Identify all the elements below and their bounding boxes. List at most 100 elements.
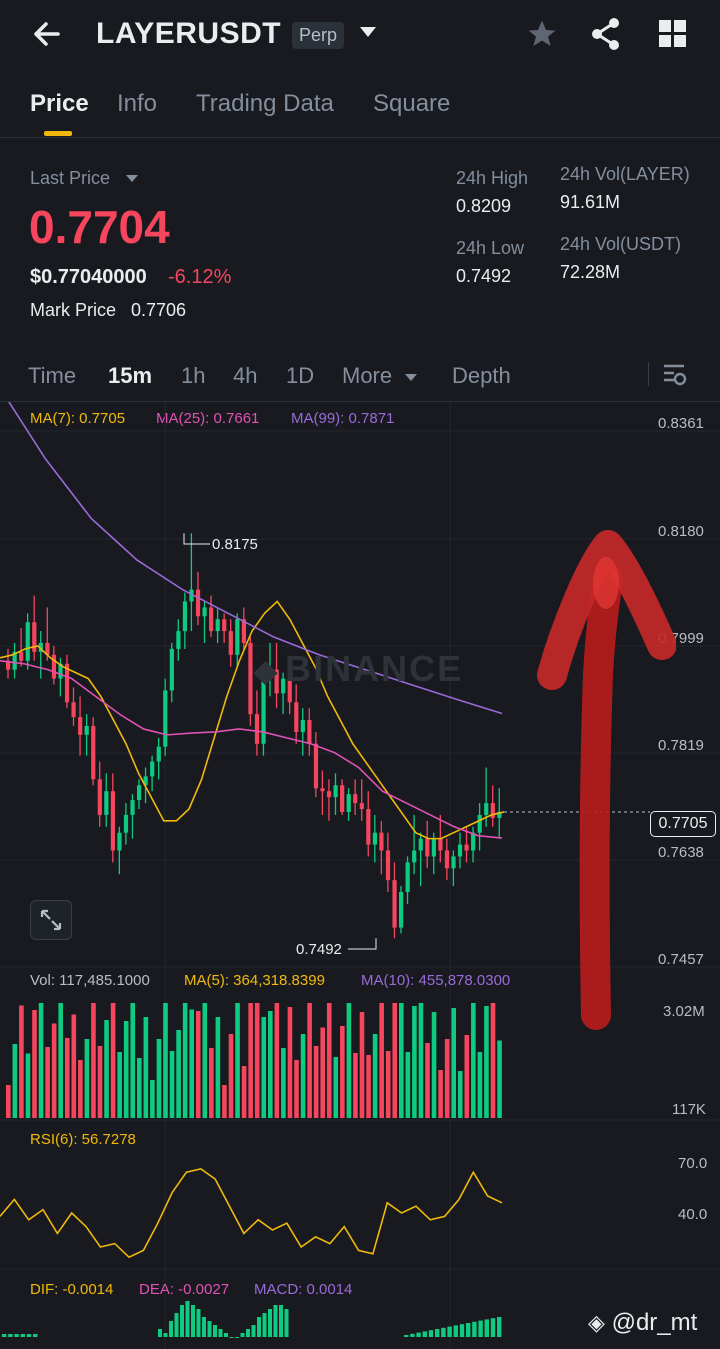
high-label: 24h High — [456, 168, 529, 188]
volume-bar — [91, 1003, 96, 1118]
candle-body — [123, 814, 129, 833]
candle-body — [176, 631, 181, 649]
share-button[interactable] — [590, 17, 622, 56]
candle-body — [215, 619, 220, 632]
low-label: 24h Low — [456, 238, 525, 258]
volume-bar — [326, 1003, 332, 1118]
macd-bar — [185, 1301, 190, 1337]
volume-bar — [438, 1070, 443, 1118]
macd-bar — [229, 1337, 234, 1338]
rsi-axis-upper: 70.0 — [678, 1155, 708, 1172]
macd-bar — [284, 1309, 289, 1337]
macd-bars — [2, 1301, 502, 1338]
volume-bar — [71, 1014, 77, 1118]
volume-bar — [399, 1003, 404, 1118]
candle-body — [294, 702, 299, 732]
candle-body — [451, 856, 456, 869]
volume-bar — [464, 1035, 470, 1118]
macd-bar — [459, 1324, 465, 1337]
volume-bar — [320, 1027, 325, 1118]
candle-body — [477, 814, 482, 833]
tab-square[interactable]: Square — [373, 90, 450, 118]
candle-body — [150, 761, 155, 777]
tf-depth[interactable]: Depth — [452, 363, 511, 389]
volume-bar — [222, 1085, 227, 1118]
expand-chart-button[interactable] — [30, 900, 72, 940]
candle-body — [379, 832, 384, 851]
last-price-label[interactable]: Last Price — [30, 168, 139, 189]
candle-body — [340, 785, 345, 812]
tf-more[interactable]: More — [342, 363, 418, 389]
volume-bar — [254, 1003, 260, 1118]
volume-bar — [150, 1080, 155, 1118]
macd-bar — [235, 1337, 239, 1338]
chart-settings-icon — [664, 364, 687, 386]
volume-bar — [195, 1011, 201, 1118]
volume-bar — [143, 1017, 149, 1118]
candle-body — [254, 714, 260, 744]
macd-bar — [191, 1305, 195, 1337]
tab-trading-data[interactable]: Trading Data — [196, 90, 334, 118]
candle-body — [307, 720, 312, 744]
mark-price: 0.7706 — [131, 300, 187, 320]
volume-bar — [45, 1047, 50, 1118]
macd-bar — [180, 1305, 184, 1337]
symbol-title[interactable]: LAYERUSDT — [96, 17, 281, 51]
volume-bar — [313, 1046, 319, 1118]
candle-body — [372, 832, 377, 845]
volume-bar — [19, 1005, 24, 1118]
back-arrow-icon — [34, 22, 60, 46]
macd-bar — [169, 1321, 173, 1337]
tf-time[interactable]: Time — [28, 363, 76, 389]
tabs-divider — [0, 137, 720, 138]
tf-4h[interactable]: 4h — [233, 363, 257, 389]
volume-bar — [248, 1003, 253, 1118]
candle-body — [195, 589, 201, 617]
candle-body — [117, 832, 122, 851]
volume-bar — [294, 1060, 299, 1118]
macd-bar — [2, 1334, 7, 1337]
volume-bar — [97, 1046, 103, 1118]
back-button[interactable] — [28, 14, 68, 54]
rsi-line — [0, 1167, 503, 1259]
candle-body — [71, 702, 76, 718]
favorite-button[interactable] — [526, 18, 558, 55]
volume-bar — [359, 1012, 365, 1118]
candle-body — [91, 725, 96, 780]
volume-bar — [202, 1003, 208, 1118]
volume-bar — [169, 1051, 175, 1118]
macd-bar — [490, 1318, 496, 1337]
tf-15m[interactable]: 15m — [108, 363, 152, 389]
candle-body — [353, 794, 358, 804]
volume-bar — [405, 1052, 411, 1118]
volume-bar — [78, 1060, 83, 1118]
symbol-dropdown[interactable] — [358, 24, 378, 45]
candle-body — [235, 619, 240, 655]
ma-lines — [0, 402, 505, 840]
macd-bar — [422, 1331, 427, 1337]
candle-body — [97, 779, 102, 815]
volume-bar — [379, 1003, 384, 1118]
candle-body — [392, 880, 397, 928]
macd-bar — [428, 1330, 434, 1337]
tab-info[interactable]: Info — [117, 90, 157, 118]
vol-axis-bottom: 117K — [672, 1101, 706, 1118]
tab-price[interactable]: Price — [30, 90, 89, 118]
candle-body — [457, 844, 463, 857]
volume-bars — [6, 1003, 502, 1118]
star-icon — [528, 20, 556, 46]
chart-settings-button[interactable] — [662, 362, 688, 393]
volume-bar — [457, 1071, 463, 1118]
tf-1d[interactable]: 1D — [286, 363, 314, 389]
candle-body — [182, 601, 188, 632]
macd-bar — [26, 1334, 32, 1337]
tf-1h[interactable]: 1h — [181, 363, 205, 389]
layout-grid-button[interactable] — [659, 20, 687, 53]
volume-bar — [333, 1057, 339, 1118]
volume-bar — [471, 1003, 476, 1118]
high-marker-label: 0.8175 — [212, 536, 258, 553]
binance-watermark: ◆ BINANCE — [254, 648, 464, 689]
volume-bar — [451, 1008, 456, 1118]
macd-bar — [213, 1325, 217, 1337]
tf-separator — [648, 362, 649, 386]
